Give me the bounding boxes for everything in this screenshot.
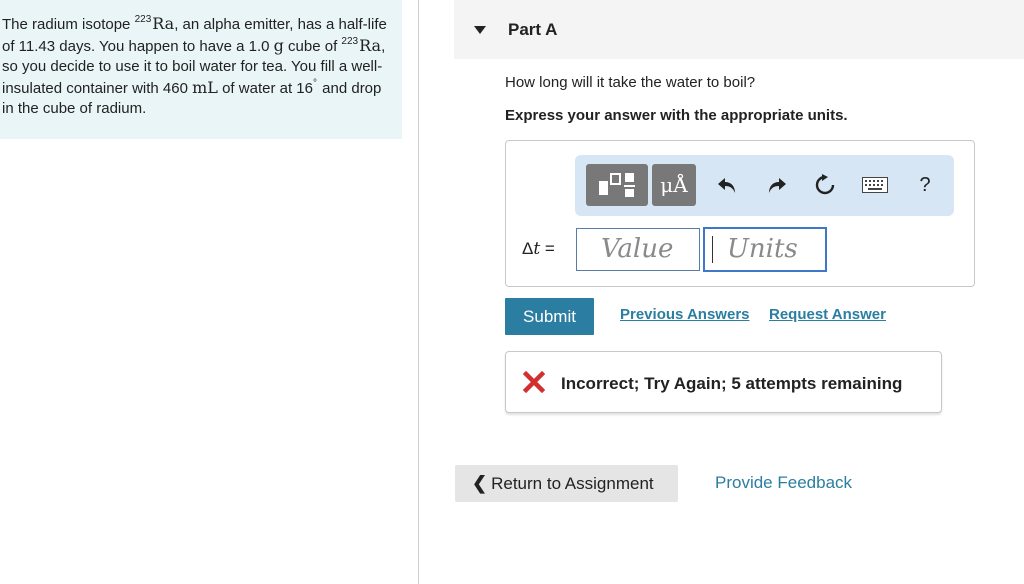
incorrect-x-icon [522, 370, 546, 394]
question-text: How long will it take the water to boil? [505, 74, 756, 91]
chevron-left-icon: ❮ [472, 473, 488, 493]
units-input[interactable]: Units [703, 227, 827, 272]
templates-icon [599, 173, 635, 197]
isotope-mass: 223 [134, 14, 152, 25]
isotope-mass: 223 [341, 35, 359, 47]
problem-statement: The radium isotope 223Ra, an alpha emitt… [0, 0, 402, 139]
part-title: Part A [508, 20, 558, 39]
templates-button[interactable] [586, 164, 648, 206]
part-header[interactable]: Part A [454, 0, 1024, 59]
problem-text: cube of [283, 37, 342, 55]
return-to-assignment-button[interactable]: ❮ Return to Assignment [455, 465, 678, 502]
units-placeholder: Units [727, 234, 798, 264]
submit-button[interactable]: Submit [505, 298, 594, 335]
variable-label: Δt = [522, 239, 555, 259]
collapse-caret-icon[interactable] [474, 26, 486, 34]
redo-icon[interactable] [765, 173, 789, 197]
unit-milliliter: mL [192, 77, 218, 97]
problem-text: The radium isotope [2, 16, 135, 33]
degree-symbol: ° [312, 77, 317, 89]
value-input[interactable]: Value [576, 228, 700, 271]
provide-feedback-link[interactable]: Provide Feedback [715, 473, 852, 493]
math-toolbar: μÅ ? [575, 155, 954, 216]
unit-gram: g [273, 35, 284, 55]
text-cursor [712, 236, 713, 263]
problem-text: of water at 16 [217, 79, 313, 97]
equals-sign: = [540, 239, 555, 258]
return-label: Return to Assignment [491, 473, 654, 493]
feedback-message: Incorrect; Try Again; 5 attempts remaini… [561, 374, 903, 393]
feedback-box: Incorrect; Try Again; 5 attempts remaini… [505, 351, 942, 413]
reset-icon[interactable] [813, 173, 837, 197]
delta-symbol: Δ [522, 239, 534, 258]
keyboard-icon[interactable] [861, 173, 889, 197]
undo-icon[interactable] [715, 173, 739, 197]
isotope-symbol: Ra [359, 35, 382, 55]
previous-answers-link[interactable]: Previous Answers [620, 306, 750, 323]
column-divider [418, 0, 419, 584]
isotope-symbol: Ra [152, 14, 175, 33]
request-answer-link[interactable]: Request Answer [769, 306, 886, 323]
units-button[interactable]: μÅ [652, 164, 696, 206]
answer-box: μÅ ? Δt = Value Units [505, 140, 975, 287]
help-icon[interactable]: ? [913, 173, 937, 197]
instruction-text: Express your answer with the appropriate… [505, 107, 848, 124]
